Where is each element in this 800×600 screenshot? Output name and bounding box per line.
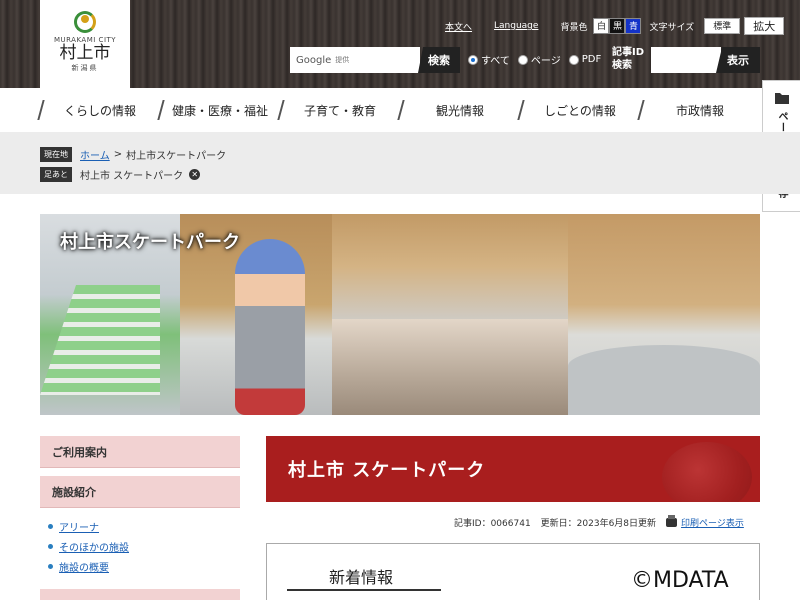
search-scope-options: すべて ページ PDF bbox=[468, 52, 601, 67]
sidebar-item-arena[interactable]: アリーナ bbox=[59, 519, 99, 534]
news-heading-underline bbox=[287, 589, 441, 591]
nav-city-admin[interactable]: 市政情報 bbox=[640, 88, 760, 132]
hero-banner: 村上市スケートパーク bbox=[40, 214, 760, 415]
sidebar-guide-heading[interactable]: ご利用案内 bbox=[40, 436, 240, 468]
breadcrumb-current: 村上市スケートパーク bbox=[126, 151, 227, 162]
print-page-link[interactable]: 印刷ページ表示 bbox=[666, 515, 744, 529]
article-id-input[interactable] bbox=[651, 47, 721, 73]
font-size-normal-button[interactable]: 標準 bbox=[704, 18, 741, 34]
bg-color-label: 背景色 bbox=[560, 22, 588, 33]
nav-living[interactable]: くらしの情報 bbox=[40, 88, 160, 132]
sidebar-menu: ご利用案内 施設紹介 アリーナ そのほかの施設 施設の概要 bbox=[40, 436, 240, 582]
footprint-item[interactable]: 村上市 スケートパーク bbox=[80, 167, 183, 182]
article-id: 記事ID：0066741 bbox=[454, 519, 531, 529]
banner-decoration bbox=[662, 442, 752, 502]
bg-black-button[interactable]: 黒 bbox=[609, 18, 626, 34]
city-emblem-icon bbox=[73, 10, 97, 34]
article-meta: 記事ID：0066741 更新日：2023年6月8日更新 印刷ページ表示 bbox=[454, 515, 744, 529]
scope-page-radio[interactable]: ページ bbox=[517, 52, 561, 67]
printer-icon bbox=[666, 515, 678, 527]
list-item: アリーナ bbox=[48, 516, 240, 536]
font-size-label: 文字サイズ bbox=[649, 22, 695, 33]
list-item: 施設の概要 bbox=[48, 556, 240, 576]
sidebar-item-other-facilities[interactable]: そのほかの施設 bbox=[59, 539, 129, 554]
sidebar-facility-heading[interactable]: 施設紹介 bbox=[40, 476, 240, 508]
bg-blue-button[interactable]: 青 bbox=[625, 18, 642, 34]
breadcrumb: 現在地 ホーム > 村上市スケートパーク bbox=[40, 147, 226, 162]
updated-date: 更新日：2023年6月8日更新 bbox=[540, 519, 657, 529]
nav-childcare[interactable]: 子育て・教育 bbox=[280, 88, 400, 132]
search-button[interactable]: 検索 bbox=[418, 47, 460, 73]
page-title: 村上市 スケートパーク bbox=[288, 460, 486, 481]
copyright-watermark: ©MDATA bbox=[631, 568, 729, 593]
page-title-banner: 村上市 スケートパーク bbox=[266, 436, 760, 502]
bullet-icon bbox=[48, 543, 53, 549]
radio-icon bbox=[568, 54, 579, 65]
folder-icon bbox=[774, 93, 789, 104]
footprint-tag: 足あと bbox=[40, 167, 72, 182]
google-provided-label: 提供 bbox=[335, 56, 350, 64]
nav-jobs[interactable]: しごとの情報 bbox=[520, 88, 640, 132]
bullet-icon bbox=[48, 523, 53, 529]
nav-health[interactable]: 健康・医療・福祉 bbox=[160, 88, 280, 132]
list-item: そのほかの施設 bbox=[48, 536, 240, 556]
print-page-label: 印刷ページ表示 bbox=[681, 519, 744, 529]
skip-to-content-link[interactable]: 本文へ bbox=[445, 20, 472, 33]
sidebar-item-overview[interactable]: 施設の概要 bbox=[59, 559, 109, 574]
hero-photo-group-kids bbox=[332, 319, 568, 415]
bullet-icon bbox=[48, 563, 53, 569]
sidebar-next-heading[interactable] bbox=[40, 589, 240, 600]
radio-icon bbox=[517, 54, 528, 65]
hero-title: 村上市スケートパーク bbox=[60, 232, 240, 253]
logo-prefecture: 新潟県 bbox=[71, 64, 99, 72]
google-label: Google bbox=[296, 54, 332, 66]
radio-checked-icon bbox=[468, 54, 478, 65]
site-header: MURAKAMI CITY 村上市 新潟県 本文へ Language 背景色 白… bbox=[0, 0, 800, 88]
article-id-search-label: 記事ID 検索 bbox=[612, 47, 645, 71]
article-id-show-button[interactable]: 表示 bbox=[716, 47, 760, 73]
news-heading: 新着情報 bbox=[329, 568, 394, 587]
logo-city-name: 村上市 bbox=[59, 43, 111, 63]
city-logo[interactable]: MURAKAMI CITY 村上市 新潟県 bbox=[40, 0, 130, 88]
current-location-tag: 現在地 bbox=[40, 147, 72, 162]
bg-white-button[interactable]: 白 bbox=[593, 18, 610, 34]
facility-list: アリーナ そのほかの施設 施設の概要 bbox=[40, 508, 240, 582]
font-size-large-button[interactable]: 拡大 bbox=[744, 17, 785, 35]
breadcrumb-area bbox=[0, 132, 800, 194]
utility-bar: 本文へ Language 背景色 白 黒 青 文字サイズ 標準 拡大 bbox=[445, 17, 785, 35]
hero-photo-ramp bbox=[568, 214, 760, 415]
language-link[interactable]: Language bbox=[494, 21, 538, 31]
hero-photo-group-line bbox=[332, 214, 568, 319]
footprint-trail: 足あと 村上市 スケートパーク ✕ bbox=[40, 167, 201, 182]
close-icon[interactable]: ✕ bbox=[189, 169, 201, 180]
scope-all-radio[interactable]: すべて bbox=[468, 52, 510, 67]
scope-pdf-radio[interactable]: PDF bbox=[568, 52, 601, 67]
breadcrumb-separator: > bbox=[113, 149, 123, 160]
global-nav: くらしの情報 健康・医療・福祉 子育て・教育 観光情報 しごとの情報 市政情報 bbox=[40, 88, 760, 132]
site-search-input[interactable]: Google 提供 bbox=[290, 47, 420, 73]
nav-tourism[interactable]: 観光情報 bbox=[400, 88, 520, 132]
breadcrumb-home-link[interactable]: ホーム bbox=[80, 147, 110, 162]
